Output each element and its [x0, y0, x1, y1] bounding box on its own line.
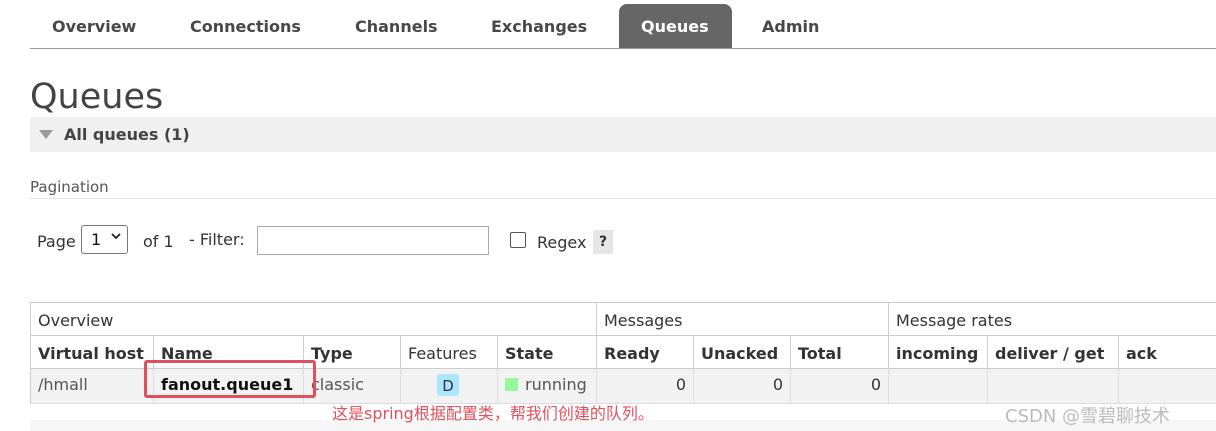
col-features: Features — [401, 335, 498, 368]
tab-exchanges[interactable]: Exchanges — [469, 4, 609, 48]
state-text: running — [525, 375, 587, 394]
row-incoming — [889, 368, 988, 404]
chevron-down-icon — [110, 230, 122, 246]
collapse-triangle-icon — [39, 130, 53, 139]
page-count: of 1 — [143, 232, 174, 251]
annotation-note: 这是spring根据配置类，帮我们创建的队列。 — [332, 404, 654, 423]
help-button[interactable]: ? — [593, 230, 613, 254]
group-overview: Overview — [30, 302, 597, 335]
row-type: classic — [304, 368, 401, 404]
tab-connections[interactable]: Connections — [168, 4, 323, 48]
annotation-highlight-box — [144, 360, 316, 398]
regex-checkbox[interactable] — [510, 232, 526, 248]
group-message-rates: Message rates — [889, 302, 1216, 335]
divider — [30, 198, 1216, 199]
col-state[interactable]: State — [498, 335, 597, 368]
row-ack — [1119, 368, 1216, 404]
col-deliver-get[interactable]: deliver / get — [988, 335, 1119, 368]
col-ack[interactable]: ack — [1119, 335, 1216, 368]
tab-admin[interactable]: Admin — [740, 4, 841, 48]
watermark: CSDN @雪碧聊技术 — [1005, 406, 1171, 427]
main-nav: Overview Connections Channels Exchanges … — [30, 4, 1216, 49]
regex-label: Regex — [537, 233, 587, 252]
col-virtual-host[interactable]: Virtual host — [30, 335, 154, 368]
page-select-value: 1 — [91, 230, 102, 249]
col-type[interactable]: Type — [304, 335, 401, 368]
tab-queues[interactable]: Queues — [619, 4, 732, 48]
row-state: running — [498, 368, 597, 404]
running-status-icon — [505, 378, 518, 391]
filter-label: - Filter: — [189, 230, 245, 249]
filter-input[interactable] — [257, 226, 489, 255]
row-features: D — [401, 368, 498, 404]
col-total[interactable]: Total — [791, 335, 889, 368]
section-label: All queues (1) — [64, 125, 190, 144]
pagination-heading: Pagination — [30, 178, 109, 196]
page-label: Page — [37, 232, 76, 251]
row-total: 0 — [791, 368, 889, 404]
row-unacked: 0 — [694, 368, 791, 404]
page-title: Queues — [30, 77, 164, 117]
col-ready[interactable]: Ready — [597, 335, 694, 368]
col-unacked[interactable]: Unacked — [694, 335, 791, 368]
row-ready: 0 — [597, 368, 694, 404]
row-virtual-host: /hmall — [30, 368, 154, 404]
page-select[interactable]: 1 — [81, 225, 128, 254]
tab-overview[interactable]: Overview — [30, 4, 158, 48]
group-messages: Messages — [597, 302, 889, 335]
tab-channels[interactable]: Channels — [333, 4, 460, 48]
col-incoming[interactable]: incoming — [889, 335, 988, 368]
durable-badge: D — [437, 374, 459, 396]
all-queues-toggle[interactable]: All queues (1) — [30, 117, 1216, 152]
row-deliver-get — [988, 368, 1119, 404]
